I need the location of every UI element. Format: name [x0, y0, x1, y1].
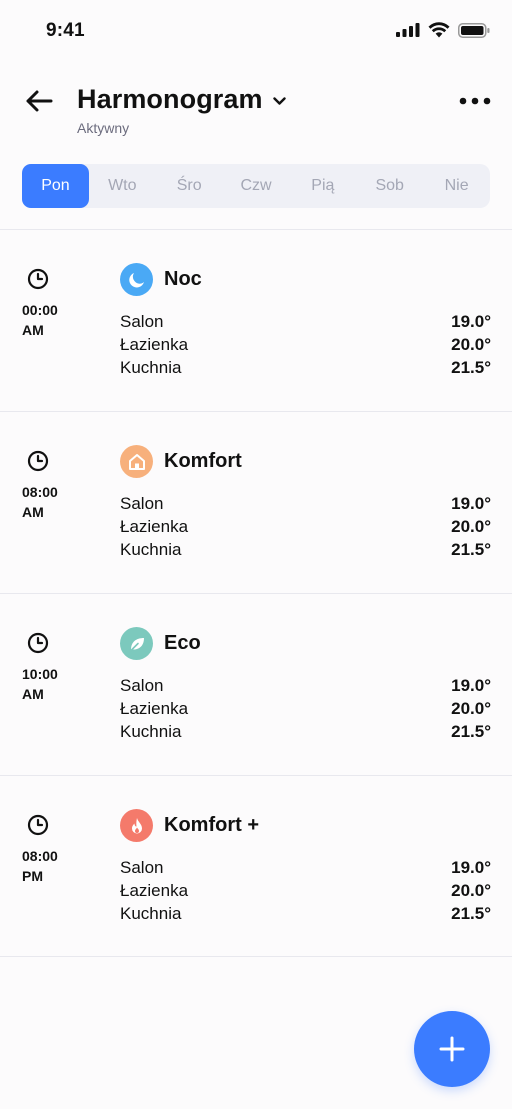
room-temperature: 20.0°: [451, 698, 491, 718]
room-name: Łazienka: [120, 698, 189, 718]
clock-icon: [27, 632, 49, 654]
room-list: Salon 19.0° Łazienka 20.0° Kuchnia 21.5°: [120, 310, 491, 379]
entry-time: 00:00 AM: [22, 302, 58, 338]
room-row: Łazienka 20.0°: [120, 697, 491, 720]
schedule-entry[interactable]: 08:00 AM Komfort Salon 19.0° Łazienka 20…: [0, 411, 512, 593]
room-list: Salon 19.0° Łazienka 20.0° Kuchnia 21.5°: [120, 492, 491, 561]
room-row: Kuchnia 21.5°: [120, 356, 491, 379]
schedule-selector[interactable]: Harmonogram: [77, 84, 286, 115]
room-temperature: 20.0°: [451, 334, 491, 354]
room-temperature: 19.0°: [451, 311, 491, 331]
chevron-down-icon: [272, 97, 286, 105]
wifi-icon: [428, 22, 450, 38]
room-row: Salon 19.0°: [120, 492, 491, 515]
leaf-icon: [128, 637, 144, 652]
room-name: Kuchnia: [120, 721, 182, 741]
moon-icon: [128, 272, 144, 287]
home-icon: [128, 453, 145, 470]
room-row: Salon 19.0°: [120, 310, 491, 333]
room-row: Łazienka 20.0°: [120, 879, 491, 902]
arrow-left-icon: [26, 90, 53, 112]
more-horizontal-icon: [459, 97, 491, 105]
more-options-button[interactable]: [455, 88, 495, 114]
clock-icon: [27, 268, 49, 290]
room-name: Salon: [120, 857, 164, 877]
room-temperature: 19.0°: [451, 493, 491, 513]
day-tabs: Pon Wto Śro Czw Pią Sob Nie: [22, 164, 490, 208]
room-temperature: 21.5°: [451, 903, 491, 923]
plus-icon: [439, 1036, 465, 1062]
room-row: Łazienka 20.0°: [120, 515, 491, 538]
room-temperature: 21.5°: [451, 539, 491, 559]
room-row: Salon 19.0°: [120, 674, 491, 697]
room-temperature: 20.0°: [451, 880, 491, 900]
room-name: Łazienka: [120, 334, 189, 354]
entry-time: 08:00 PM: [22, 848, 58, 884]
page-title: Harmonogram: [77, 84, 263, 114]
schedule-entry[interactable]: 10:00 AM Eco Salon 19.0° Łazienka 20.0°: [0, 593, 512, 775]
tab-czw[interactable]: Czw: [223, 164, 290, 208]
clock-icon: [27, 450, 49, 472]
room-temperature: 21.5°: [451, 357, 491, 377]
mode-badge: [120, 263, 153, 296]
schedule-list: 00:00 AM Noc Salon 19.0° Łazienka 20.0° …: [0, 229, 512, 957]
room-row: Kuchnia 21.5°: [120, 538, 491, 561]
mode-badge: [120, 445, 153, 478]
mode-name: Komfort +: [164, 814, 259, 836]
cellular-signal-icon: [396, 23, 420, 37]
tab-pon[interactable]: Pon: [22, 164, 89, 208]
status-time: 9:41: [46, 20, 85, 41]
back-button[interactable]: [22, 84, 56, 118]
schedule-entry[interactable]: 00:00 AM Noc Salon 19.0° Łazienka 20.0° …: [0, 229, 512, 411]
mode-badge: [120, 809, 153, 842]
room-name: Łazienka: [120, 880, 189, 900]
room-name: Salon: [120, 311, 164, 331]
room-name: Kuchnia: [120, 357, 182, 377]
room-name: Łazienka: [120, 516, 189, 536]
room-temperature: 19.0°: [451, 675, 491, 695]
room-name: Kuchnia: [120, 539, 182, 559]
tab-sro[interactable]: Śro: [156, 164, 223, 208]
room-temperature: 20.0°: [451, 516, 491, 536]
room-row: Kuchnia 21.5°: [120, 720, 491, 743]
tab-sob[interactable]: Sob: [356, 164, 423, 208]
room-row: Łazienka 20.0°: [120, 333, 491, 356]
add-schedule-button[interactable]: [414, 1011, 490, 1087]
entry-time: 08:00 AM: [22, 484, 58, 520]
room-temperature: 21.5°: [451, 721, 491, 741]
screen: 9:41 Harmonogram Aktywny Pon Wto Śro Czw…: [0, 0, 512, 1109]
room-row: Kuchnia 21.5°: [120, 902, 491, 925]
status-bar: 9:41: [0, 0, 512, 60]
tab-nie[interactable]: Nie: [423, 164, 490, 208]
tab-pia[interactable]: Pią: [289, 164, 356, 208]
schedule-entry[interactable]: 08:00 PM Komfort + Salon 19.0° Łazienka …: [0, 775, 512, 957]
flame-icon: [131, 817, 142, 833]
mode-name: Eco: [164, 632, 201, 654]
mode-name: Komfort: [164, 450, 242, 472]
room-list: Salon 19.0° Łazienka 20.0° Kuchnia 21.5°: [120, 856, 491, 925]
room-temperature: 19.0°: [451, 857, 491, 877]
room-name: Salon: [120, 493, 164, 513]
tab-wto[interactable]: Wto: [89, 164, 156, 208]
entry-time: 10:00 AM: [22, 666, 58, 702]
schedule-status: Aktywny: [77, 120, 130, 136]
room-name: Salon: [120, 675, 164, 695]
battery-icon: [458, 22, 490, 38]
status-icons: [396, 22, 490, 38]
room-list: Salon 19.0° Łazienka 20.0° Kuchnia 21.5°: [120, 674, 491, 743]
mode-badge: [120, 627, 153, 660]
room-name: Kuchnia: [120, 903, 182, 923]
clock-icon: [27, 814, 49, 836]
mode-name: Noc: [164, 268, 202, 290]
room-row: Salon 19.0°: [120, 856, 491, 879]
